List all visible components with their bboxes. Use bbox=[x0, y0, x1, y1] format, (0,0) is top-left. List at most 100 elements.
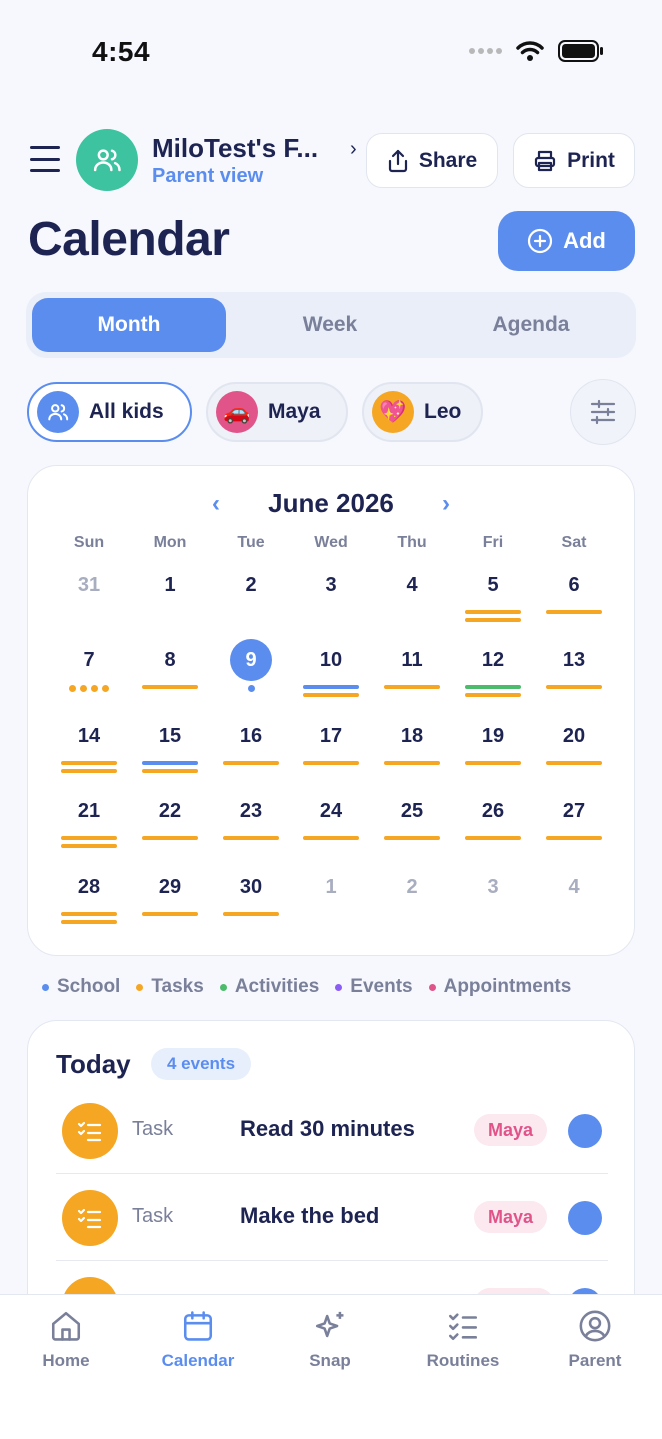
calendar-day[interactable]: 3 bbox=[463, 866, 523, 926]
checklist-icon bbox=[448, 1313, 478, 1341]
day-number: 4 bbox=[406, 574, 418, 596]
calendar-day[interactable]: 4 bbox=[382, 564, 442, 624]
weekday-label: Thu bbox=[397, 534, 427, 551]
calendar-day[interactable]: 26 bbox=[463, 790, 523, 850]
calendar-day[interactable]: 2 bbox=[221, 564, 281, 624]
add-button[interactable]: Add bbox=[498, 211, 635, 271]
tab-snap[interactable]: Snap bbox=[275, 1309, 385, 1371]
event-status-toggle[interactable] bbox=[568, 1201, 602, 1235]
event-bars bbox=[142, 685, 198, 693]
calendar-day[interactable]: 29 bbox=[140, 866, 200, 926]
calendar-day[interactable]: 9 bbox=[221, 639, 281, 699]
print-button[interactable]: Print bbox=[513, 133, 635, 188]
event-bars bbox=[61, 912, 117, 928]
calendar-day[interactable]: 28 bbox=[59, 866, 119, 926]
event-row[interactable]: Task Read 30 minutes Maya bbox=[56, 1087, 608, 1174]
tab-home[interactable]: Home bbox=[11, 1309, 121, 1371]
calendar-day[interactable]: 14 bbox=[59, 715, 119, 775]
event-bar-tasks bbox=[465, 693, 521, 697]
filter-leo[interactable]: 💖 Leo bbox=[362, 382, 483, 442]
event-bars bbox=[142, 912, 198, 920]
event-kid-badge: Maya bbox=[474, 1201, 548, 1233]
filter-settings-button[interactable] bbox=[570, 379, 636, 445]
wifi-icon bbox=[516, 41, 544, 61]
event-dot-tasks bbox=[80, 685, 87, 692]
calendar-icon bbox=[183, 1311, 213, 1341]
legend-label: Appointments bbox=[443, 976, 572, 997]
users-icon bbox=[93, 149, 121, 172]
calendar-day[interactable]: 10 bbox=[301, 639, 361, 699]
calendar-day[interactable]: 16 bbox=[221, 715, 281, 775]
day-number: 21 bbox=[77, 800, 101, 822]
calendar-day[interactable]: 12 bbox=[463, 639, 523, 699]
calendar-day[interactable]: 11 bbox=[382, 639, 442, 699]
calendar-day[interactable]: 6 bbox=[544, 564, 604, 624]
share-button[interactable]: Share bbox=[366, 133, 498, 188]
event-bar-tasks bbox=[61, 761, 117, 765]
event-status-toggle[interactable] bbox=[568, 1114, 602, 1148]
event-row[interactable]: Task Make the bed Maya bbox=[56, 1174, 608, 1261]
calendar-day[interactable]: 31 bbox=[59, 564, 119, 624]
day-number: 26 bbox=[481, 800, 505, 822]
day-number: 29 bbox=[158, 876, 182, 898]
calendar-day[interactable]: 3 bbox=[301, 564, 361, 624]
calendar-day[interactable]: 30 bbox=[221, 866, 281, 926]
event-bar-tasks bbox=[61, 844, 117, 848]
day-number: 28 bbox=[77, 876, 101, 898]
calendar-day[interactable]: 23 bbox=[221, 790, 281, 850]
day-number: 22 bbox=[158, 800, 182, 822]
tab-month[interactable]: Month bbox=[32, 298, 226, 352]
month-title: June 2026 bbox=[268, 488, 394, 518]
family-name[interactable]: MiloTest's F... bbox=[152, 133, 318, 164]
event-bar-tasks bbox=[61, 836, 117, 840]
filter-maya[interactable]: 🚗 Maya bbox=[206, 382, 348, 442]
calendar-day[interactable]: 22 bbox=[140, 790, 200, 850]
calendar-day[interactable]: 2 bbox=[382, 866, 442, 926]
legend-item: School bbox=[42, 976, 120, 998]
tab-week[interactable]: Week bbox=[232, 298, 428, 352]
event-bars bbox=[61, 761, 117, 777]
calendar-day[interactable]: 1 bbox=[140, 564, 200, 624]
event-bars bbox=[223, 761, 279, 769]
day-number: 5 bbox=[487, 574, 499, 596]
calendar-day[interactable]: 5 bbox=[463, 564, 523, 624]
weekday-label: Tue bbox=[237, 534, 265, 551]
calendar-day[interactable]: 20 bbox=[544, 715, 604, 775]
legend-item: Appointments bbox=[428, 976, 572, 998]
tab-label: Calendar bbox=[161, 1351, 235, 1370]
calendar-day[interactable]: 17 bbox=[301, 715, 361, 775]
event-dot-tasks bbox=[102, 685, 109, 692]
calendar-day[interactable]: 1 bbox=[301, 866, 361, 926]
weekday-label: Wed bbox=[314, 534, 348, 551]
chevron-left-icon[interactable]: ‹ bbox=[201, 490, 231, 518]
calendar-day[interactable]: 18 bbox=[382, 715, 442, 775]
calendar-day[interactable]: 19 bbox=[463, 715, 523, 775]
tab-routines[interactable]: Routines bbox=[408, 1309, 518, 1371]
filter-all-kids[interactable]: All kids bbox=[27, 382, 192, 442]
menu-icon[interactable] bbox=[30, 146, 60, 172]
calendar-day[interactable]: 24 bbox=[301, 790, 361, 850]
event-bar-tasks bbox=[223, 761, 279, 765]
event-dots bbox=[59, 685, 119, 692]
family-avatar[interactable] bbox=[76, 129, 138, 191]
tab-agenda[interactable]: Agenda bbox=[432, 298, 630, 352]
event-title: Make the bed bbox=[240, 1203, 380, 1228]
chevron-right-icon[interactable]: › bbox=[350, 138, 357, 161]
calendar-day[interactable]: 25 bbox=[382, 790, 442, 850]
calendar-day[interactable]: 13 bbox=[544, 639, 604, 699]
event-bars bbox=[61, 836, 117, 852]
tab-calendar[interactable]: Calendar bbox=[143, 1309, 253, 1371]
calendar-day[interactable]: 4 bbox=[544, 866, 604, 926]
calendar-day[interactable]: 7 bbox=[59, 639, 119, 699]
tab-parent[interactable]: Parent bbox=[540, 1309, 650, 1371]
calendar-day[interactable]: 21 bbox=[59, 790, 119, 850]
weekday-label: Mon bbox=[153, 534, 187, 551]
calendar-day[interactable]: 27 bbox=[544, 790, 604, 850]
event-dot-school bbox=[247, 685, 255, 692]
calendar-day[interactable]: 8 bbox=[140, 639, 200, 699]
calendar-day[interactable]: 15 bbox=[140, 715, 200, 775]
chevron-right-icon[interactable]: › bbox=[431, 490, 461, 518]
day-number: 2 bbox=[245, 574, 257, 596]
day-number: 27 bbox=[562, 800, 586, 822]
day-number: 13 bbox=[562, 649, 586, 671]
